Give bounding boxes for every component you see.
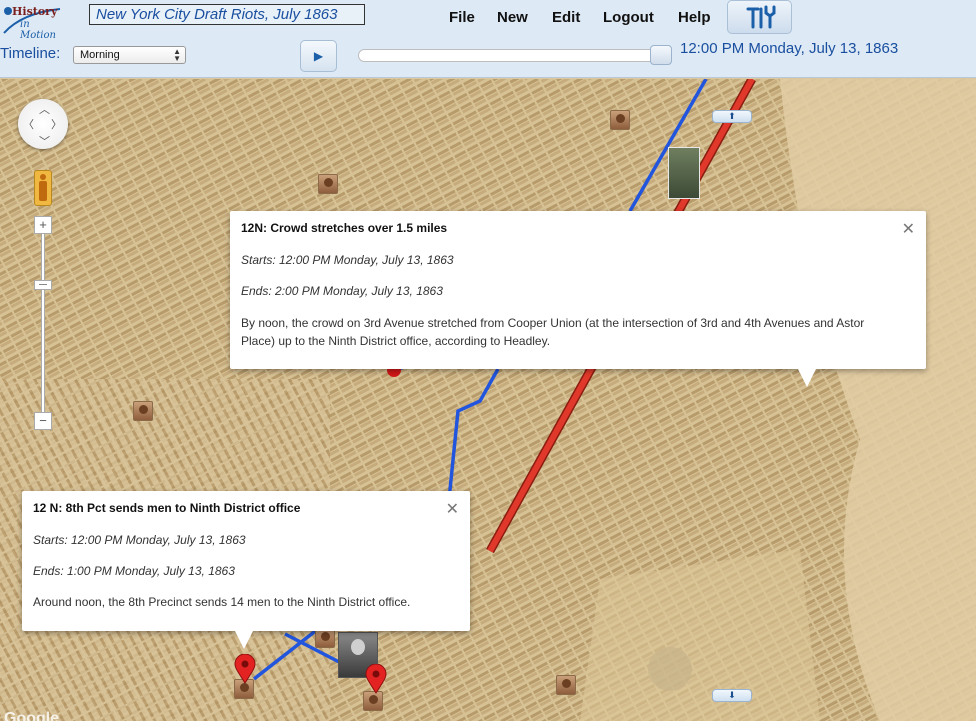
info-window-end: Ends: 2:00 PM Monday, July 13, 1863 <box>241 284 443 298</box>
event-marker[interactable] <box>133 401 153 421</box>
zoom-slider-track[interactable] <box>41 234 45 412</box>
info-window-crowd: 12N: Crowd stretches over 1.5 miles ✕ St… <box>230 211 926 387</box>
timeline-slider-track[interactable] <box>358 49 660 62</box>
event-marker[interactable] <box>315 628 335 648</box>
zoom-in-button[interactable]: + <box>34 216 52 234</box>
info-window-end: Ends: 1:00 PM Monday, July 13, 1863 <box>33 564 235 578</box>
menu-help[interactable]: Help <box>678 9 711 26</box>
event-marker[interactable] <box>363 691 383 711</box>
app-header: History in Motion New York City Draft Ri… <box>0 0 976 78</box>
map-pin-icon[interactable] <box>234 654 256 684</box>
event-marker[interactable] <box>318 174 338 194</box>
logo-text-bottom: in Motion <box>20 19 56 41</box>
close-icon[interactable]: ✕ <box>902 219 915 239</box>
tools-icon <box>746 5 776 29</box>
current-time: 12:00 PM Monday, July 13, 1863 <box>680 40 899 57</box>
tools-button[interactable] <box>727 0 792 34</box>
soldiers-image-marker[interactable] <box>668 147 700 199</box>
info-window-body: Around noon, the 8th Precinct sends 14 m… <box>33 595 411 609</box>
scroll-up-button[interactable]: ⬆ <box>712 110 752 123</box>
pan-up-icon[interactable]: ︿ <box>39 101 50 117</box>
menu-file[interactable]: File <box>449 9 475 26</box>
pan-left-icon[interactable]: 〈 <box>23 116 34 132</box>
scroll-down-button[interactable]: ⬇ <box>712 689 752 702</box>
menu-edit[interactable]: Edit <box>552 9 580 26</box>
info-window-title: 12 N: 8th Pct sends men to Ninth Distric… <box>33 501 301 515</box>
timeline-label: Timeline: <box>0 45 61 62</box>
pan-down-icon[interactable]: ﹀ <box>39 133 50 149</box>
map-pin-icon[interactable] <box>365 664 387 694</box>
play-button[interactable]: ▶ <box>300 40 337 72</box>
menu-new[interactable]: New <box>497 9 528 26</box>
street-view-pegman-icon[interactable] <box>34 170 52 206</box>
menu-logout[interactable]: Logout <box>603 9 654 26</box>
map-pan-control[interactable]: ︿ ﹀ 〈 〉 <box>18 99 68 149</box>
pan-right-icon[interactable]: 〉 <box>51 116 62 132</box>
info-window-start: Starts: 12:00 PM Monday, July 13, 1863 <box>241 253 454 267</box>
zoom-slider-knob[interactable] <box>34 280 52 290</box>
info-window-8th-precinct: 12 N: 8th Pct sends men to Ninth Distric… <box>22 491 470 649</box>
info-window-body: By noon, the crowd on 3rd Avenue stretch… <box>241 316 865 348</box>
timeline-selected-value: Morning <box>80 49 120 61</box>
zoom-out-button[interactable]: − <box>34 412 52 430</box>
timeline-slider-thumb[interactable] <box>650 45 672 65</box>
event-marker[interactable] <box>610 110 630 130</box>
event-marker[interactable] <box>556 675 576 695</box>
close-icon[interactable]: ✕ <box>446 499 459 519</box>
select-arrows-icon: ▲ ▼ <box>173 47 181 63</box>
info-window-start: Starts: 12:00 PM Monday, July 13, 1863 <box>33 533 246 547</box>
info-window-title: 12N: Crowd stretches over 1.5 miles <box>241 221 448 235</box>
document-title[interactable]: New York City Draft Riots, July 1863 <box>89 4 365 25</box>
logo-text-top: History <box>12 5 58 18</box>
play-icon: ▶ <box>313 49 324 63</box>
app-logo[interactable]: History in Motion <box>2 3 64 41</box>
map-attribution: Google <box>4 710 60 721</box>
timeline-select[interactable]: Morning ▲ ▼ <box>73 46 186 64</box>
